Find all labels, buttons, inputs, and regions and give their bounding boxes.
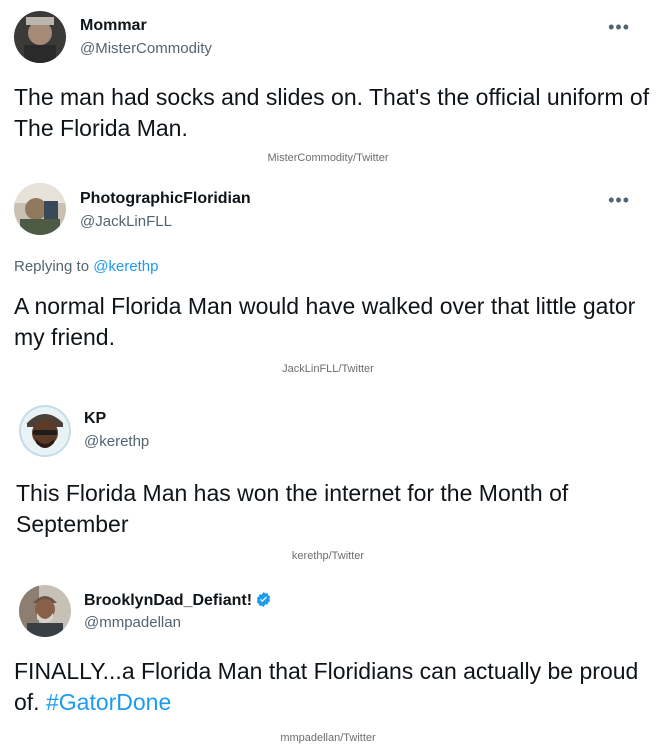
user-handle[interactable]: @mmpadellan xyxy=(84,614,181,631)
display-name[interactable]: BrooklynDad_Defiant! xyxy=(84,591,272,610)
display-name[interactable]: KP xyxy=(84,410,106,428)
more-options-icon[interactable]: ••• xyxy=(608,191,630,209)
mention-link[interactable]: @kerethp xyxy=(93,258,158,275)
replying-to: Replying to @kerethp xyxy=(14,258,158,275)
display-name[interactable]: PhotographicFloridian xyxy=(80,190,251,208)
more-options-icon[interactable]: ••• xyxy=(608,18,630,36)
avatar[interactable] xyxy=(19,585,71,637)
hashtag-link[interactable]: #GatorDone xyxy=(46,689,171,715)
image-credit: kerethp/Twitter xyxy=(291,550,365,562)
tweet-text: The man had socks and slides on. That's … xyxy=(14,84,650,141)
user-handle[interactable]: @JackLinFLL xyxy=(80,213,172,230)
user-handle[interactable]: @MisterCommodity xyxy=(80,40,212,57)
tweet-card: Mommar @MisterCommodity ••• The man had … xyxy=(0,0,670,170)
avatar-image xyxy=(14,11,66,63)
user-handle[interactable]: @kerethp xyxy=(84,433,149,450)
avatar[interactable] xyxy=(19,405,71,457)
display-name[interactable]: Mommar xyxy=(80,17,147,35)
verified-badge-icon xyxy=(256,592,271,607)
tweet-text: A normal Florida Man would have walked o… xyxy=(14,293,636,350)
tweet-text: FINALLY...a Florida Man that Floridians … xyxy=(14,656,654,718)
avatar-image xyxy=(19,405,71,457)
avatar-image xyxy=(14,183,66,235)
display-name-text: BrooklynDad_Defiant! xyxy=(84,592,253,609)
avatar-image xyxy=(19,585,71,637)
image-credit: mmpadellan/Twitter xyxy=(280,732,376,744)
replying-to-label: Replying to xyxy=(14,258,90,275)
avatar[interactable] xyxy=(14,11,66,63)
image-credit: MisterCommodity/Twitter xyxy=(267,152,389,164)
image-credit: JackLinFLL/Twitter xyxy=(282,363,374,375)
avatar[interactable] xyxy=(14,183,66,235)
tweet-text: This Florida Man has won the internet fo… xyxy=(16,480,569,537)
